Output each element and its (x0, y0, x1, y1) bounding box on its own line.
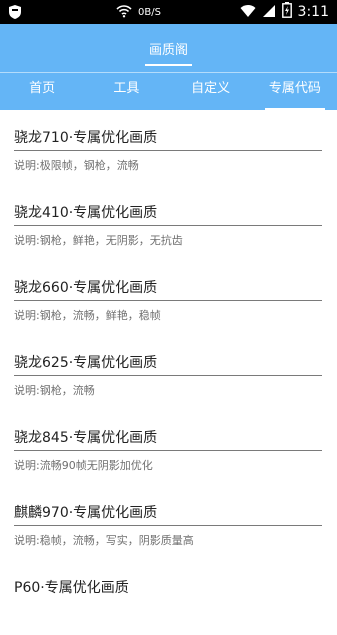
list-item[interactable]: 骁龙710·专属优化画质 说明:极限帧，钢枪，流畅 (0, 110, 337, 185)
list-item[interactable]: P60·专属优化画质 (0, 560, 337, 635)
tab-exclusive-code[interactable]: 专属代码 (253, 74, 337, 110)
clock: 3:11 (297, 4, 329, 20)
tab-custom[interactable]: 自定义 (169, 74, 253, 110)
item-divider (14, 525, 322, 526)
item-title: P60·专属优化画质 (14, 580, 129, 596)
app-shield-icon (8, 4, 22, 24)
item-divider (14, 450, 322, 451)
signal-icon (262, 3, 276, 22)
tab-tools[interactable]: 工具 (84, 74, 168, 110)
tab-bar: 首页 工具 自定义 专属代码 (0, 74, 337, 110)
list-item[interactable]: 骁龙660·专属优化画质 说明:钢枪，流畅，鲜艳，稳帧 (0, 260, 337, 335)
item-title: 麒麟970·专属优化画质 (14, 505, 158, 521)
list-item[interactable]: 骁龙845·专属优化画质 说明:流畅90帧无阴影加优化 (0, 410, 337, 485)
page-title: 画质阁 (148, 43, 188, 58)
title-underline (145, 64, 192, 66)
item-description: 说明:钢枪，鲜艳，无阴影，无抗齿 (14, 234, 183, 247)
battery-charging-icon (281, 2, 292, 22)
network-speed: 0B/S (138, 7, 161, 18)
app-header: 画质阁 首页 工具 自定义 专属代码 (0, 24, 337, 110)
item-description: 说明:钢枪，流畅 (14, 384, 95, 397)
item-description: 说明:极限帧，钢枪，流畅 (14, 159, 139, 172)
item-divider (14, 300, 322, 301)
item-divider (14, 225, 322, 226)
status-bar: 0B/S 3:11 (0, 0, 337, 24)
item-title: 骁龙410·专属优化画质 (14, 205, 158, 221)
list-item[interactable]: 骁龙625·专属优化画质 说明:钢枪，流畅 (0, 335, 337, 410)
item-title: 骁龙845·专属优化画质 (14, 430, 158, 446)
list-item[interactable]: 麒麟970·专属优化画质 说明:稳帧，流畅，写实，阴影质量高 (0, 485, 337, 560)
item-title: 骁龙710·专属优化画质 (14, 130, 158, 146)
item-description: 说明:流畅90帧无阴影加优化 (14, 459, 153, 472)
preset-list: 骁龙710·专属优化画质 说明:极限帧，钢枪，流畅 骁龙410·专属优化画质 说… (0, 110, 337, 635)
wifi-icon (116, 3, 132, 22)
item-title: 骁龙660·专属优化画质 (14, 280, 158, 296)
item-description: 说明:钢枪，流畅，鲜艳，稳帧 (14, 309, 161, 322)
item-title: 骁龙625·专属优化画质 (14, 355, 158, 371)
tab-home[interactable]: 首页 (0, 74, 84, 110)
item-divider (14, 375, 322, 376)
item-divider (14, 150, 322, 151)
item-description: 说明:稳帧，流畅，写实，阴影质量高 (14, 534, 194, 547)
list-item[interactable]: 骁龙410·专属优化画质 说明:钢枪，鲜艳，无阴影，无抗齿 (0, 185, 337, 260)
network-indicator: 0B/S (116, 3, 161, 22)
header-divider (0, 72, 337, 73)
wifi-signal-icon (240, 3, 256, 22)
